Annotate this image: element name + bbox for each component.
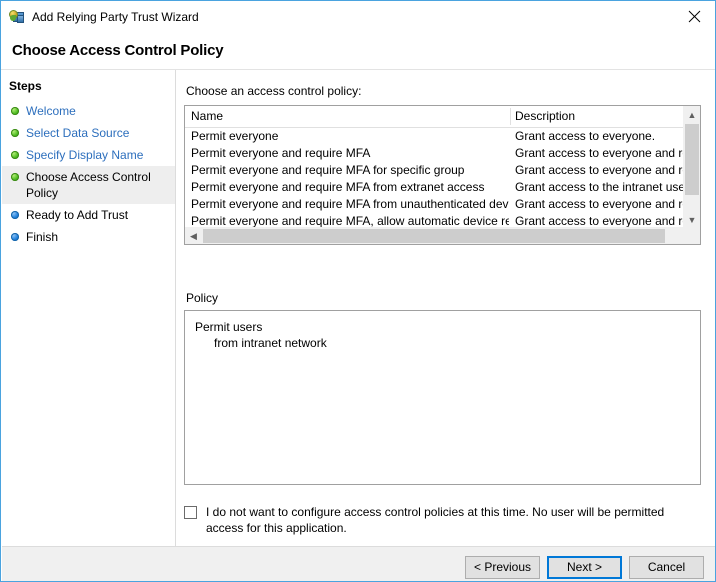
cell-description: Grant access to everyone. <box>515 129 656 143</box>
step-status-dot <box>11 151 19 159</box>
cell-name: Permit everyone and require MFA from ext… <box>191 180 485 194</box>
footer-button-bar: < Previous Next > Cancel <box>2 546 715 581</box>
cell-name: Permit everyone <box>191 129 279 143</box>
scrollbar-corner <box>684 228 700 244</box>
cell-name: Permit everyone and require MFA <box>191 146 371 160</box>
step-status-dot <box>11 173 19 181</box>
main-panel: Choose an access control policy: Name De… <box>177 70 715 546</box>
table-row[interactable]: Permit everyone and require MFA Grant ac… <box>185 145 700 162</box>
vertical-scrollbar-thumb[interactable] <box>685 124 699 195</box>
access-control-policy-list[interactable]: Name Description Permit everyone Grant a… <box>184 105 701 245</box>
policy-line-from-intranet: from intranet network <box>214 336 327 350</box>
policy-line-permit-users: Permit users <box>195 320 263 334</box>
horizontal-scrollbar-thumb[interactable] <box>203 229 665 243</box>
policy-details-box: Permit users from intranet network <box>184 310 701 485</box>
next-button[interactable]: Next > <box>547 556 622 579</box>
step-status-dot <box>11 211 19 219</box>
table-row[interactable]: Permit everyone and require MFA from una… <box>185 196 700 213</box>
policy-section-label: Policy <box>186 291 219 305</box>
steps-sidebar: Steps Welcome Select Data Source Specify… <box>2 70 176 581</box>
sidebar-item-label: Ready to Add Trust <box>26 208 129 222</box>
table-row[interactable]: Permit everyone Grant access to everyone… <box>185 128 700 145</box>
page-title: Choose Access Control Policy <box>12 42 224 59</box>
cell-description: Grant access to everyone and requir <box>515 197 690 211</box>
title-bar: Add Relying Party Trust Wizard <box>1 1 715 32</box>
window-title: Add Relying Party Trust Wizard <box>32 9 199 24</box>
chevron-down-icon[interactable]: ▼ <box>684 211 700 228</box>
list-body: Permit everyone Grant access to everyone… <box>185 128 700 230</box>
skip-policy-checkbox[interactable] <box>184 506 197 519</box>
cell-name: Permit everyone and require MFA for spec… <box>191 163 465 177</box>
list-horizontal-scrollbar[interactable]: ◀ ▶ <box>185 227 700 244</box>
steps-list: Welcome Select Data Source Specify Displ… <box>2 100 175 248</box>
cell-description: Grant access to everyone and requir <box>515 163 690 177</box>
page-header: Choose Access Control Policy <box>1 32 715 70</box>
chevron-up-icon[interactable]: ▲ <box>684 106 700 123</box>
cell-description: Grant access to the intranet users ar <box>515 180 690 194</box>
previous-button[interactable]: < Previous <box>465 556 540 579</box>
skip-policy-checkbox-row[interactable]: I do not want to configure access contro… <box>184 504 704 536</box>
table-row[interactable]: Permit everyone and require MFA for spec… <box>185 162 700 179</box>
sidebar-item-ready-to-add-trust[interactable]: Ready to Add Trust <box>2 204 175 226</box>
sidebar-item-welcome[interactable]: Welcome <box>2 100 175 122</box>
step-status-dot <box>11 107 19 115</box>
sidebar-item-label: Select Data Source <box>26 126 130 140</box>
step-status-dot <box>11 129 19 137</box>
column-header-name[interactable]: Name <box>191 109 223 123</box>
sidebar-item-label: Welcome <box>26 104 76 118</box>
sidebar-item-finish[interactable]: Finish <box>2 226 175 248</box>
cell-name: Permit everyone and require MFA from una… <box>191 197 509 211</box>
column-header-description[interactable]: Description <box>515 109 575 123</box>
steps-heading: Steps <box>9 79 42 93</box>
chevron-left-icon[interactable]: ◀ <box>185 228 202 244</box>
list-vertical-scrollbar[interactable]: ▲ ▼ <box>683 106 700 228</box>
sidebar-item-select-data-source[interactable]: Select Data Source <box>2 122 175 144</box>
sidebar-item-choose-access-control-policy[interactable]: Choose Access Control Policy <box>2 166 175 204</box>
sidebar-item-specify-display-name[interactable]: Specify Display Name <box>2 144 175 166</box>
skip-policy-checkbox-label: I do not want to configure access contro… <box>206 505 665 535</box>
step-status-dot <box>11 233 19 241</box>
cell-description: Grant access to everyone and requir <box>515 146 690 160</box>
sidebar-item-label: Specify Display Name <box>26 148 144 162</box>
table-row[interactable]: Permit everyone and require MFA from ext… <box>185 179 700 196</box>
wizard-globe-monitor-icon <box>9 9 25 25</box>
list-header-row: Name Description <box>185 106 700 128</box>
wizard-window: Add Relying Party Trust Wizard Choose Ac… <box>0 0 716 582</box>
cancel-button[interactable]: Cancel <box>629 556 704 579</box>
policy-prompt-label: Choose an access control policy: <box>186 84 362 98</box>
close-icon[interactable] <box>671 1 715 31</box>
column-divider[interactable] <box>510 108 511 125</box>
sidebar-item-label: Choose Access Control Policy <box>26 170 151 200</box>
sidebar-item-label: Finish <box>26 230 59 244</box>
